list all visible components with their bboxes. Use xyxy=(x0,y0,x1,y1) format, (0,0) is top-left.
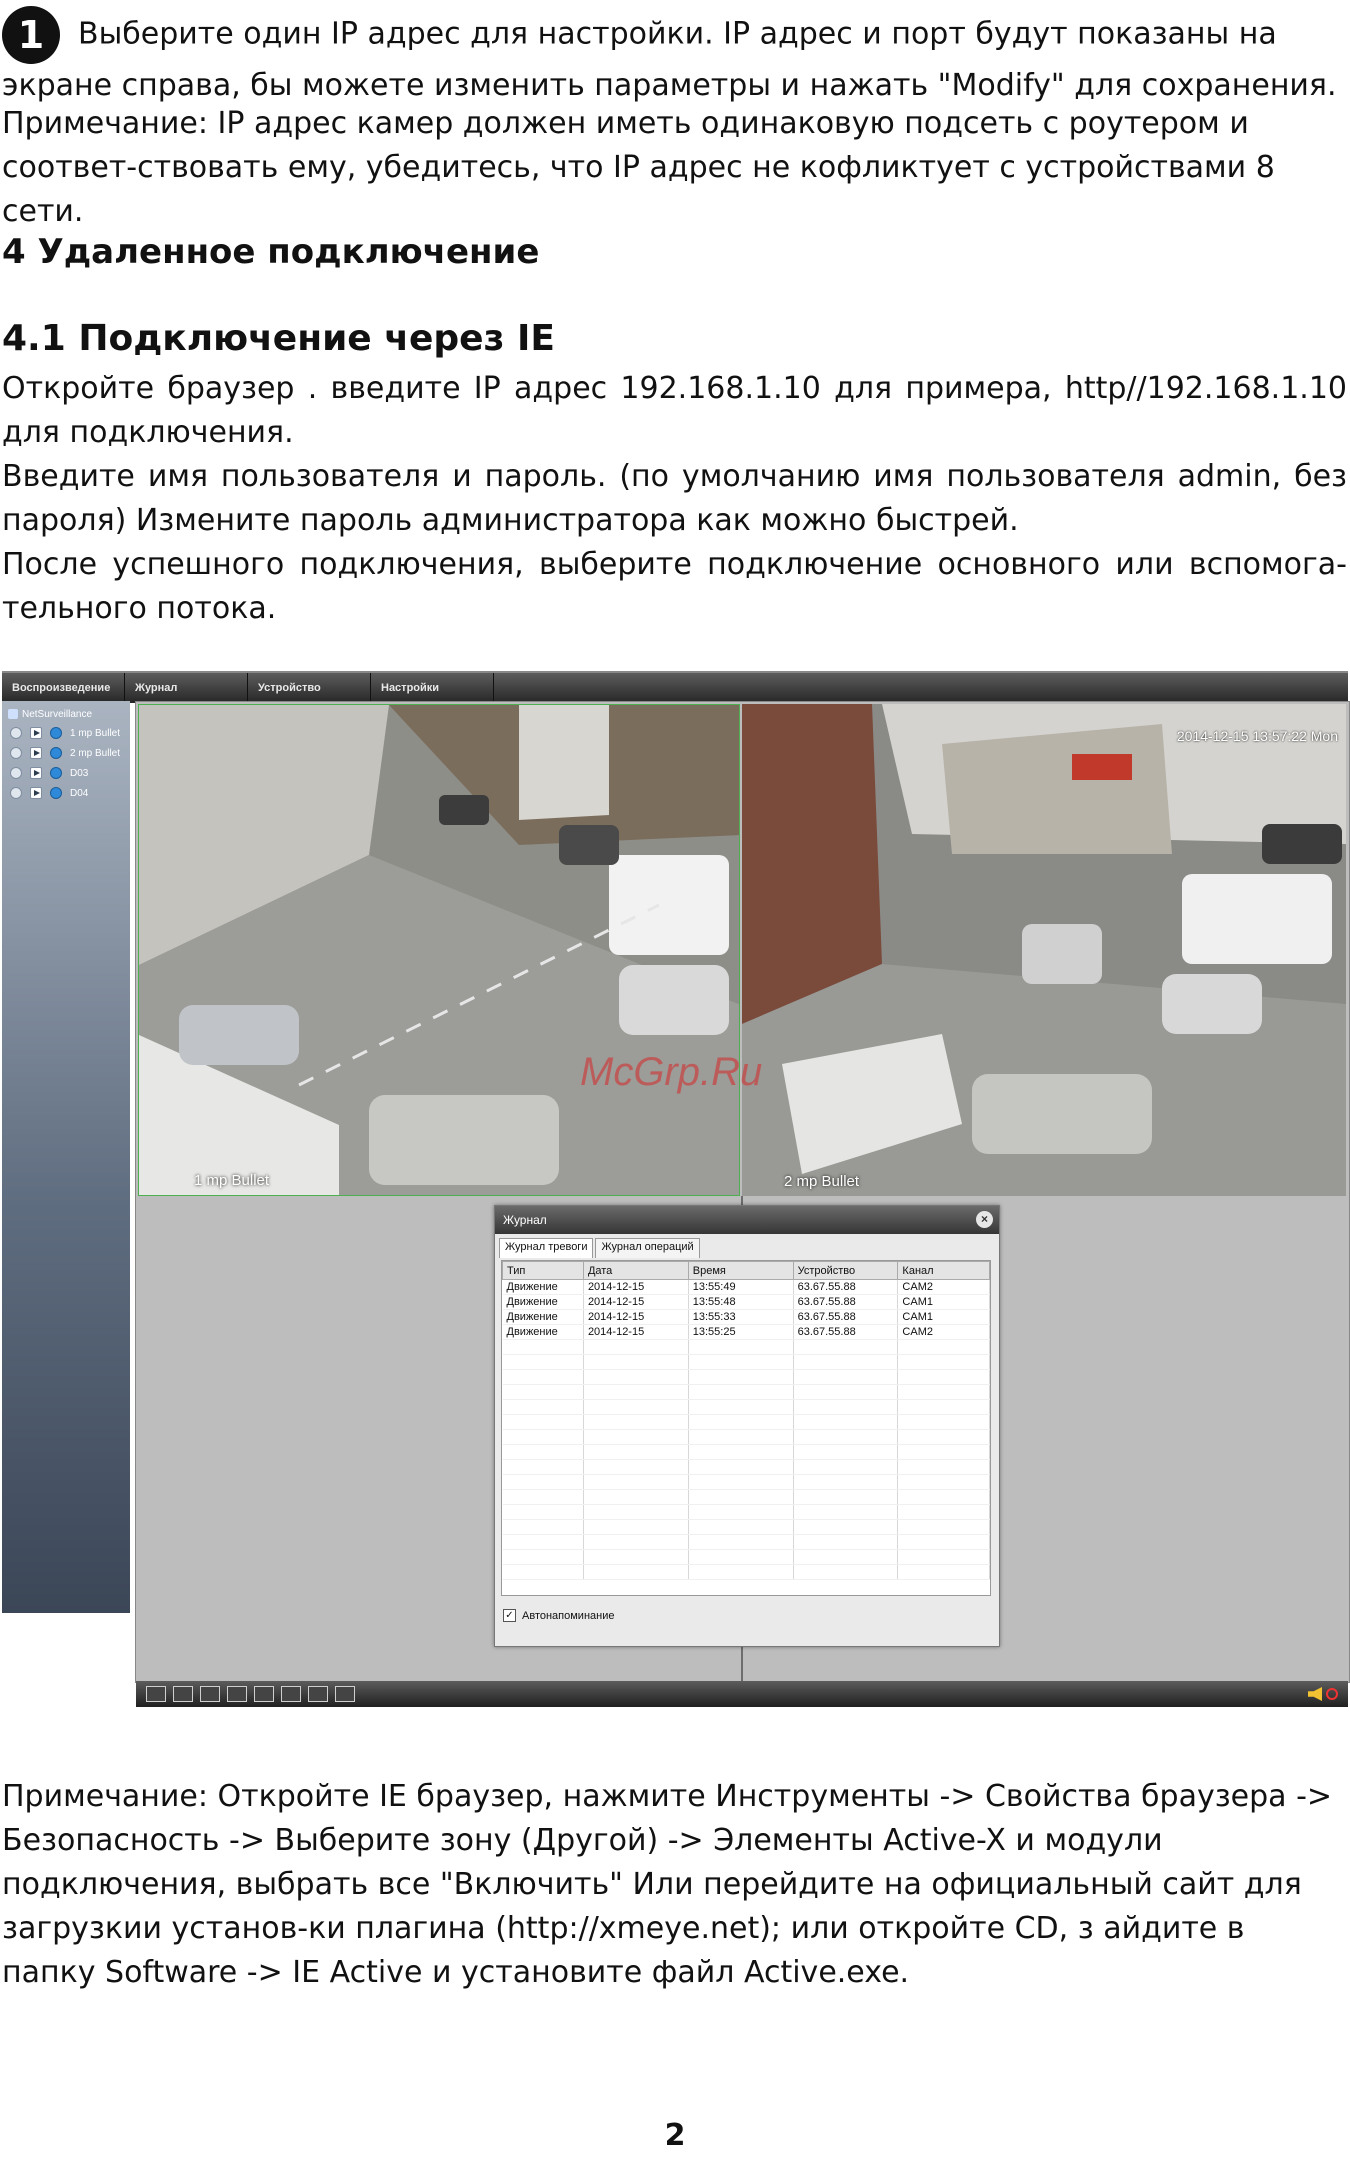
tree-root[interactable]: NetSurveillance xyxy=(8,709,92,720)
table-row[interactable]: Движение 2014-12-15 13:55:49 63.67.55.88 CAM… xyxy=(502,1279,990,1295)
camera-view-2[interactable]: 2014-12-15 13:57:22 Mon 2 mp Bullet xyxy=(742,704,1346,1196)
empty-row xyxy=(502,1354,990,1370)
empty-row xyxy=(502,1519,990,1535)
section-title: 4 Удаленное подключение xyxy=(2,232,540,272)
menu-journal[interactable]: Журнал xyxy=(125,673,248,703)
tab-operation-log[interactable]: Журнал операций xyxy=(595,1238,700,1258)
menu-playback[interactable]: Воспроизведение xyxy=(2,673,125,703)
table-row[interactable]: Движение 2014-12-15 13:55:25 63.67.55.88 CAM… xyxy=(502,1324,990,1340)
record-icon[interactable] xyxy=(254,1686,274,1702)
dialog-titlebar: Журнал × xyxy=(495,1206,999,1234)
play-icon[interactable] xyxy=(30,767,42,779)
note-paragraph: Примечание: Откройте IE браузер, нажмите… xyxy=(2,1779,1333,1990)
empty-row xyxy=(502,1414,990,1430)
empty-row xyxy=(502,1369,990,1385)
empty-row xyxy=(502,1384,990,1400)
empty-row xyxy=(502,1429,990,1445)
channel-item[interactable]: 1 mp Bullet xyxy=(10,725,120,741)
empty-row xyxy=(502,1444,990,1460)
dialog-title: Журнал xyxy=(503,1213,547,1227)
page-number: 2 xyxy=(664,2118,686,2153)
mute-icon[interactable] xyxy=(1326,1688,1338,1700)
column-header[interactable]: Дата xyxy=(582,1261,689,1280)
watermark: McGrp.Ru xyxy=(580,1050,763,1094)
snapshot-icon[interactable] xyxy=(281,1686,301,1702)
record-icon[interactable] xyxy=(50,767,62,779)
tree-root-icon xyxy=(8,709,18,720)
play-icon[interactable] xyxy=(30,747,42,759)
play-icon[interactable] xyxy=(30,727,42,739)
column-header[interactable]: Канал xyxy=(897,1261,990,1280)
record-icon[interactable] xyxy=(50,747,62,759)
log-table: Тип Дата Время Устройство Канал Движение… xyxy=(501,1260,991,1596)
checkbox-checked-icon[interactable]: ✓ xyxy=(503,1609,516,1622)
camera-1-image xyxy=(139,705,739,1195)
device-tree-panel: NetSurveillance 1 mp Bullet 2 mp Bullet … xyxy=(2,701,130,1613)
menu-settings[interactable]: Настройки xyxy=(371,673,494,703)
view-toolbar xyxy=(136,1681,1348,1707)
menu-device[interactable]: Устройство xyxy=(248,673,371,703)
empty-row xyxy=(502,1564,990,1580)
fullscreen-icon[interactable] xyxy=(146,1686,166,1702)
empty-row xyxy=(502,1489,990,1505)
column-header[interactable]: Время xyxy=(687,1261,794,1280)
subsection-title: 4.1 Подключение через IE xyxy=(2,318,555,359)
record-icon[interactable] xyxy=(335,1686,355,1702)
auto-remind-checkbox[interactable]: ✓ Автонапоминание xyxy=(503,1609,614,1622)
menu-bar: Воспроизведение Журнал Устройство Настро… xyxy=(2,671,1348,703)
camera-view-1[interactable]: 1 mp Bullet xyxy=(138,704,740,1196)
camera-2-timestamp: 2014-12-15 13:57:22 Mon xyxy=(1176,728,1338,744)
table-row[interactable]: Движение 2014-12-15 13:55:48 63.67.55.88 CAM… xyxy=(502,1294,990,1310)
status-icon xyxy=(10,767,22,779)
empty-row xyxy=(502,1474,990,1490)
camera-2-label: 2 mp Bullet xyxy=(784,1173,860,1190)
column-header[interactable]: Тип xyxy=(502,1261,584,1280)
intro-paragraph: 1 Выберите один IP адрес для настройки. I… xyxy=(2,6,1347,108)
camera-2-image xyxy=(742,704,1346,1196)
empty-row xyxy=(502,1534,990,1550)
empty-row xyxy=(502,1549,990,1565)
channel-item[interactable]: D03 xyxy=(10,765,88,781)
record-icon[interactable] xyxy=(50,787,62,799)
intro-line-1: Выберите один IP адрес для настройки. IP… xyxy=(2,16,1337,104)
dialog-tabs: Журнал тревоги Журнал операций xyxy=(499,1238,702,1258)
single-view-icon[interactable] xyxy=(173,1686,193,1702)
empty-row xyxy=(502,1399,990,1415)
empty-row xyxy=(502,1459,990,1475)
status-icon xyxy=(10,747,22,759)
record-icon[interactable] xyxy=(50,727,62,739)
camera-icon[interactable] xyxy=(227,1686,247,1702)
subsection-label: Подключение через IE xyxy=(78,318,555,359)
intro-note: Примечание: IP адрес камер должен иметь … xyxy=(2,106,1275,229)
close-icon[interactable]: × xyxy=(976,1211,993,1228)
camera-1-label: 1 mp Bullet xyxy=(194,1172,270,1189)
quad-view-icon[interactable] xyxy=(200,1686,220,1702)
auto-remind-label: Автонапоминание xyxy=(522,1609,615,1622)
subsection-number: 4.1 xyxy=(2,318,66,359)
channel-item[interactable]: D04 xyxy=(10,785,88,801)
play-icon[interactable] xyxy=(30,787,42,799)
paragraph-stream: После успешного подключения, выберите по… xyxy=(2,547,1347,626)
table-row[interactable]: Движение 2014-12-15 13:55:33 63.67.55.88 CAM… xyxy=(502,1309,990,1325)
step-badge: 1 xyxy=(2,6,60,64)
tab-alarm-log[interactable]: Журнал тревоги xyxy=(499,1238,594,1258)
status-icon xyxy=(10,787,22,799)
paragraph-login: Введите имя пользователя и пароль. (по у… xyxy=(2,459,1347,538)
status-icon xyxy=(10,727,22,739)
channel-item[interactable]: 2 mp Bullet xyxy=(10,745,120,761)
camera-icon[interactable] xyxy=(308,1686,328,1702)
column-header[interactable]: Устройство xyxy=(792,1261,899,1280)
journal-dialog: Журнал × Журнал тревоги Журнал операций … xyxy=(494,1205,1000,1647)
paragraph-connect: Откройте браузер . введите IP адрес 192.… xyxy=(2,371,1347,450)
volume-icon[interactable] xyxy=(1308,1687,1322,1701)
empty-row xyxy=(502,1339,990,1355)
table-header-row: Тип Дата Время Устройство Канал xyxy=(502,1261,990,1280)
empty-row xyxy=(502,1504,990,1520)
